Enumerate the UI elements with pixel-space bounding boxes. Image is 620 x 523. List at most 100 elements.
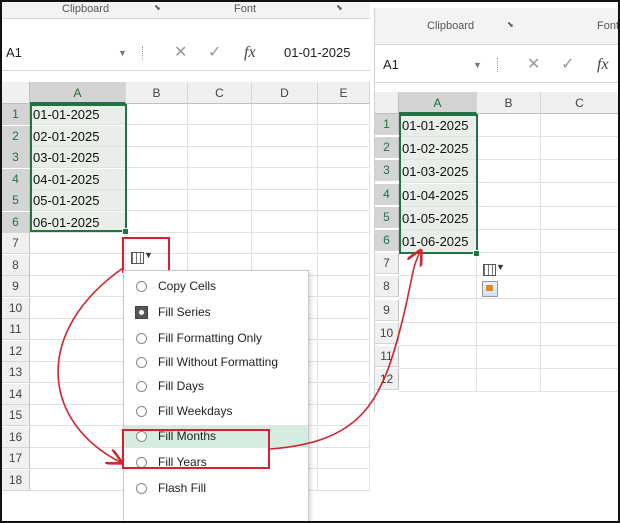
grid-cell[interactable] xyxy=(318,469,370,491)
grid-cell[interactable] xyxy=(477,230,541,253)
grid-cell[interactable] xyxy=(541,323,618,346)
menu-item-copy-cells[interactable]: Copy Cells xyxy=(124,275,308,298)
grid-cell[interactable] xyxy=(30,233,126,254)
grid-cell[interactable] xyxy=(541,160,618,184)
grid-cell[interactable] xyxy=(188,104,252,125)
row-header[interactable]: 9 xyxy=(2,276,30,297)
row-header[interactable]: 6 xyxy=(375,230,399,251)
data-cell[interactable]: 04-01-2025 xyxy=(30,168,126,190)
grid-cell[interactable] xyxy=(318,319,370,340)
grid-cell[interactable] xyxy=(399,253,477,277)
grid-cell[interactable] xyxy=(541,276,618,300)
column-header-b[interactable]: B xyxy=(126,82,188,104)
insert-function-icon[interactable]: fx xyxy=(597,50,609,80)
data-cell[interactable]: 01-02-2025 xyxy=(399,137,477,161)
grid-cell[interactable] xyxy=(477,114,541,137)
grid-cell[interactable] xyxy=(318,254,370,276)
clipboard-launcher-icon[interactable]: ⬊ xyxy=(154,3,161,12)
row-header[interactable]: 1 xyxy=(375,114,399,135)
row-header[interactable]: 6 xyxy=(2,211,30,233)
row-header[interactable]: 4 xyxy=(375,183,399,205)
menu-item-fill-months[interactable]: Fill Months xyxy=(124,425,308,448)
row-header[interactable]: 11 xyxy=(375,346,399,367)
grid-cell[interactable] xyxy=(318,104,370,125)
grid-cell[interactable] xyxy=(252,211,318,233)
grid-cell[interactable] xyxy=(30,254,126,276)
select-all-corner[interactable] xyxy=(2,82,30,104)
row-header[interactable]: 18 xyxy=(2,469,30,491)
grid-cell[interactable] xyxy=(30,448,126,469)
grid-cell[interactable] xyxy=(318,340,370,362)
row-header[interactable]: 5 xyxy=(2,190,30,211)
row-header[interactable]: 10 xyxy=(375,322,399,344)
row-header[interactable]: 2 xyxy=(375,137,399,159)
grid-cell[interactable] xyxy=(541,300,618,323)
data-cell[interactable]: 01-05-2025 xyxy=(399,206,477,230)
column-header-c[interactable]: C xyxy=(188,82,252,104)
clipboard-launcher-icon[interactable]: ⬊ xyxy=(507,20,514,29)
column-header-a[interactable]: A xyxy=(30,82,126,104)
grid-cell[interactable] xyxy=(477,369,541,393)
grid-cell[interactable] xyxy=(252,168,318,190)
data-cell[interactable]: 01-04-2025 xyxy=(399,183,477,207)
column-header-b[interactable]: B xyxy=(477,92,541,114)
grid-cell[interactable] xyxy=(30,319,126,340)
row-header[interactable]: 8 xyxy=(2,254,30,276)
data-cell[interactable]: 01-06-2025 xyxy=(399,230,477,253)
column-header-c[interactable]: C xyxy=(541,92,618,114)
grid-cell[interactable] xyxy=(318,147,370,168)
grid-cell[interactable] xyxy=(126,190,188,211)
grid-cell[interactable] xyxy=(477,346,541,369)
row-header[interactable]: 14 xyxy=(2,383,30,405)
grid-cell[interactable] xyxy=(541,137,618,161)
grid-cell[interactable] xyxy=(318,211,370,233)
grid-cell[interactable] xyxy=(188,147,252,168)
grid-cell[interactable] xyxy=(318,362,370,383)
grid-cell[interactable] xyxy=(318,405,370,426)
row-header[interactable]: 7 xyxy=(375,253,399,275)
column-header-a[interactable]: A xyxy=(399,92,477,114)
grid-cell[interactable] xyxy=(30,405,126,426)
name-box[interactable]: A1 xyxy=(379,50,399,80)
grid-cell[interactable] xyxy=(541,114,618,137)
grid-cell[interactable] xyxy=(541,369,618,393)
grid-cell[interactable] xyxy=(126,104,188,125)
grid-cell[interactable] xyxy=(188,125,252,147)
grid-cell[interactable] xyxy=(318,383,370,405)
row-header[interactable]: 16 xyxy=(2,426,30,448)
grid-cell[interactable] xyxy=(477,160,541,184)
data-cell[interactable]: 01-01-2025 xyxy=(399,114,477,137)
grid-cell[interactable] xyxy=(30,362,126,383)
grid-cell[interactable] xyxy=(188,211,252,233)
data-cell[interactable]: 01-01-2025 xyxy=(30,104,126,125)
grid-cell[interactable] xyxy=(126,147,188,168)
row-header[interactable]: 3 xyxy=(375,160,399,182)
row-header[interactable]: 4 xyxy=(2,168,30,190)
cancel-icon[interactable]: ✕ xyxy=(174,38,187,68)
grid-cell[interactable] xyxy=(399,276,477,300)
row-header[interactable]: 11 xyxy=(2,319,30,340)
enter-icon[interactable]: ✓ xyxy=(561,50,574,80)
grid-cell[interactable] xyxy=(318,426,370,448)
auto-fill-options-button[interactable]: ▼ xyxy=(481,262,507,278)
auto-fill-options-button[interactable]: ▼ xyxy=(129,250,155,266)
data-cell[interactable]: 01-03-2025 xyxy=(399,160,477,184)
grid-cell[interactable] xyxy=(30,383,126,405)
menu-item-fill-years[interactable]: Fill Years xyxy=(124,451,308,474)
grid-cell[interactable] xyxy=(477,299,541,323)
column-header-e[interactable]: E xyxy=(318,82,370,104)
data-cell[interactable]: 02-01-2025 xyxy=(30,125,126,147)
menu-item-fill-without-formatting[interactable]: Fill Without Formatting xyxy=(124,351,308,374)
grid-cell[interactable] xyxy=(252,125,318,147)
row-header[interactable]: 5 xyxy=(375,206,399,228)
grid-cell[interactable] xyxy=(252,104,318,125)
grid-cell[interactable] xyxy=(477,183,541,207)
data-cell[interactable]: 03-01-2025 xyxy=(30,147,126,168)
row-header[interactable]: 12 xyxy=(2,340,30,362)
name-box-dropdown-icon[interactable]: ▼ xyxy=(473,50,482,80)
fill-handle[interactable] xyxy=(473,250,480,257)
grid-cell[interactable] xyxy=(188,190,252,211)
grid-cell[interactable] xyxy=(541,346,618,369)
grid-cell[interactable] xyxy=(318,233,370,254)
column-header-d[interactable]: D xyxy=(252,82,318,104)
